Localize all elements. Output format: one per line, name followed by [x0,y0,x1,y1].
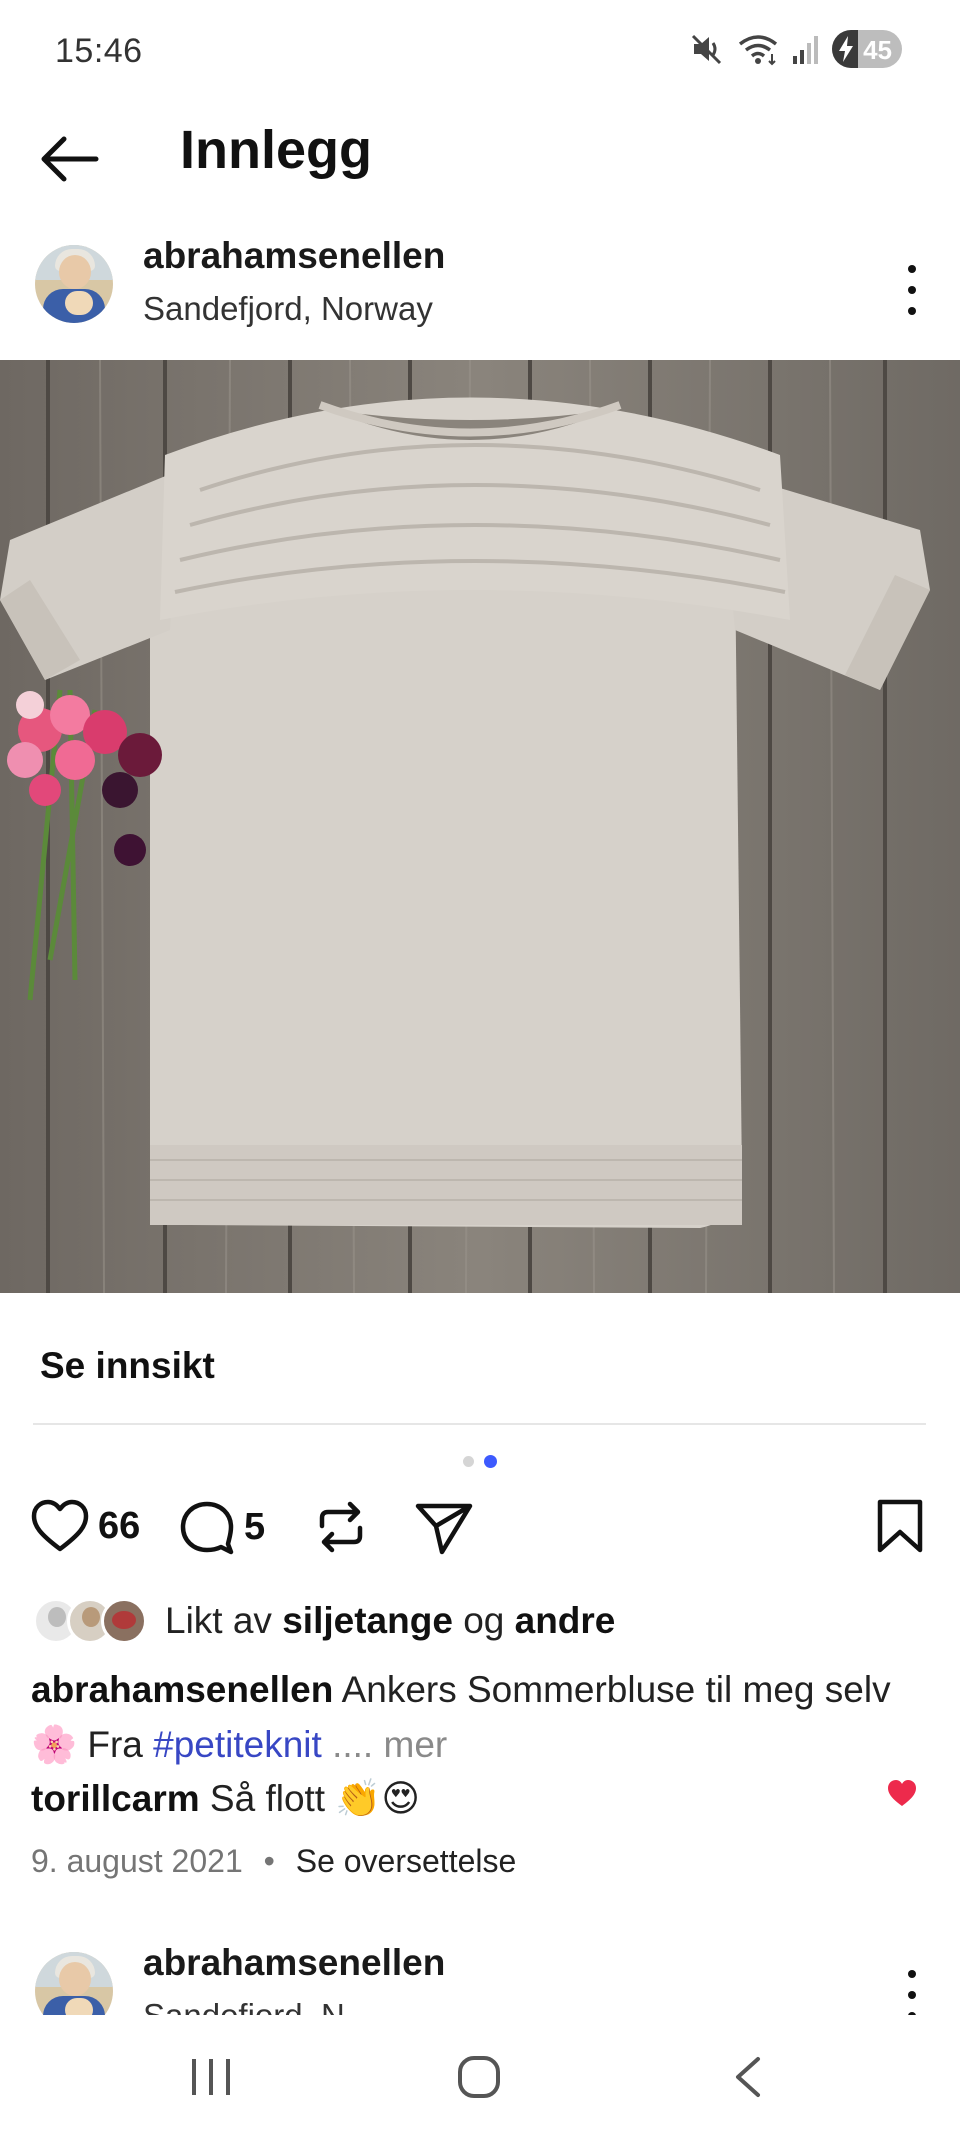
bookmark-icon[interactable] [876,1498,924,1554]
divider [33,1423,926,1425]
more-vertical-icon[interactable] [902,265,922,315]
comment-icon[interactable] [178,1498,236,1556]
comment-username[interactable]: torillcarm [31,1778,200,1819]
repost-action[interactable] [312,1498,370,1556]
carousel-indicator [463,1455,497,1468]
avatar[interactable] [35,245,113,323]
post-username[interactable]: abrahamsenellen [143,235,445,277]
battery-icon: 45 [832,30,902,68]
liked-by-row[interactable]: Likt av siljetange og andre [33,1593,615,1649]
liked-by-user[interactable]: siljetange [282,1600,453,1641]
share-action[interactable] [414,1498,474,1556]
page-title: Innlegg [180,120,372,180]
top-bar: Innlegg [0,105,960,235]
post-date: 9. august 2021 [31,1843,243,1879]
wifi-icon [738,35,778,66]
system-nav-bar [0,2015,960,2133]
next-post-header: abrahamsenellen Sandefjord, N [0,1940,960,2015]
arrow-left-icon[interactable] [38,127,102,191]
status-bar: 15:46 45 [0,0,960,105]
battery-percent: 45 [863,35,892,65]
insights-link[interactable]: Se innsikt [40,1345,215,1387]
save-action[interactable] [876,1498,924,1554]
home-icon[interactable] [456,2055,502,2099]
recent-apps-icon[interactable] [188,2055,234,2099]
liked-by-prefix: Likt av [165,1600,272,1641]
mute-icon [691,34,722,65]
back-icon[interactable] [728,2055,768,2099]
caption-username[interactable]: abrahamsenellen [31,1669,333,1710]
liked-by-text[interactable]: Likt av siljetange og andre [165,1600,615,1642]
caption-hashtag[interactable]: #petiteknit [153,1724,322,1765]
liked-by-others[interactable]: andre [515,1600,616,1641]
sweater-photo [0,360,960,1293]
signal-icon [793,36,818,64]
likes-count[interactable]: 66 [98,1505,140,1548]
comment-text: Så flott 👏😍 [209,1778,421,1819]
translate-link[interactable]: Se oversettelse [296,1843,517,1879]
status-icons: 45 [690,30,902,68]
more-vertical-icon[interactable] [902,1970,922,2015]
caption-more-link[interactable]: mer [384,1724,448,1765]
post-location[interactable]: Sandefjord, Norway [143,290,433,328]
comment-action[interactable]: 5 [178,1498,265,1556]
avatar [101,1598,147,1644]
heart-filled-icon[interactable] [886,1778,918,1808]
carousel-dot [463,1456,474,1467]
comment-item: torillcarm Så flott 👏😍 [31,1777,420,1821]
comments-count[interactable]: 5 [244,1506,265,1549]
avatar[interactable] [35,1952,113,2015]
like-action[interactable]: 66 [30,1498,140,1554]
meta-separator: • [263,1843,275,1879]
action-row: 66 5 [0,1498,960,1570]
repost-icon[interactable] [312,1498,370,1556]
liked-by-conjunction: og [463,1600,505,1641]
send-icon[interactable] [414,1498,474,1556]
post-header: abrahamsenellen Sandefjord, Norway [0,235,960,360]
status-time: 15:46 [55,32,143,70]
next-post-location[interactable]: Sandefjord, N [143,1997,345,2015]
post-caption: abrahamsenellen Ankers Sommerbluse til m… [31,1662,931,1772]
post-meta: 9. august 2021 • Se oversettelse [31,1843,516,1880]
post-image[interactable] [0,360,960,1293]
caption-ellipsis: .... [332,1724,374,1765]
next-post-username[interactable]: abrahamsenellen [143,1942,445,1984]
heart-icon[interactable] [30,1498,90,1554]
carousel-dot-active [484,1455,497,1468]
